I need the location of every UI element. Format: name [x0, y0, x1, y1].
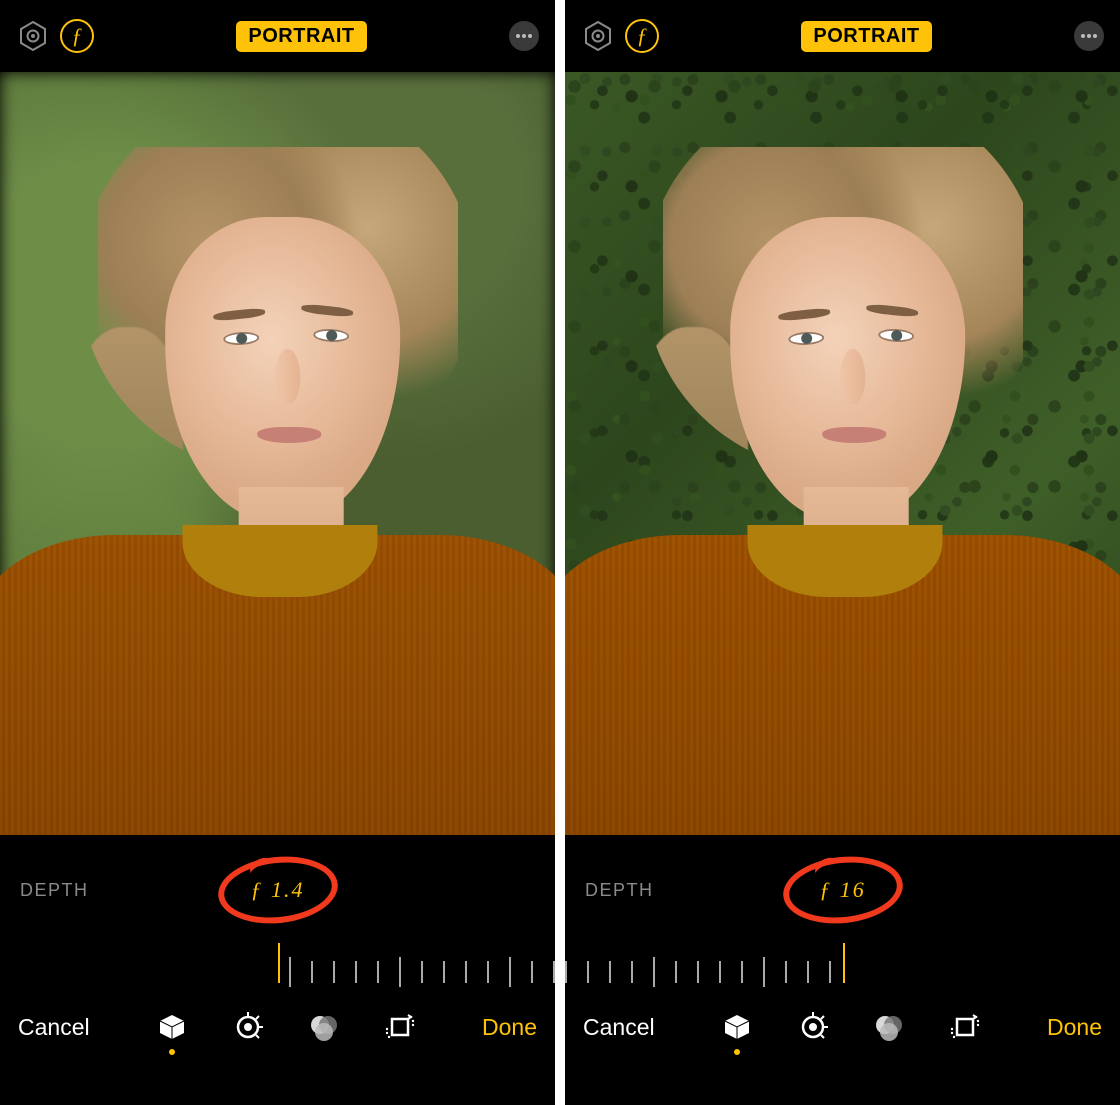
lighting-hex-icon[interactable] — [16, 19, 50, 53]
ellipsis-icon[interactable] — [509, 21, 539, 51]
slider-indicator — [843, 943, 845, 983]
mode-badge[interactable]: PORTRAIT — [236, 21, 366, 52]
depth-value: ƒ 1.4 — [251, 877, 305, 903]
bottom-toolbar: Cancel — [565, 995, 1120, 1077]
depth-slider[interactable] — [0, 943, 555, 995]
slider-indicator — [278, 943, 280, 983]
photo-preview[interactable] — [565, 72, 1120, 835]
f-stop-icon[interactable]: ƒ — [625, 19, 659, 53]
top-toolbar: ƒ PORTRAIT — [0, 0, 555, 72]
depth-label: DEPTH — [20, 880, 89, 901]
crop-rotate-icon[interactable] — [382, 1009, 418, 1045]
done-button[interactable]: Done — [482, 1014, 537, 1041]
top-toolbar: ƒ PORTRAIT — [565, 0, 1120, 72]
edit-controls: DEPTH ƒ 16 Cancel — [565, 835, 1120, 1105]
ellipsis-icon[interactable] — [1074, 21, 1104, 51]
cube-icon[interactable] — [154, 1009, 190, 1045]
bottom-toolbar: Cancel — [0, 995, 555, 1077]
photo-preview[interactable] — [0, 72, 555, 835]
filters-circles-icon[interactable] — [871, 1009, 907, 1045]
editor-pane-left: ƒ PORTRAIT DEPTH ƒ 1.4 Cancel — [0, 0, 555, 1105]
cube-icon[interactable] — [719, 1009, 755, 1045]
adjust-dial-icon[interactable] — [230, 1009, 266, 1045]
depth-label: DEPTH — [585, 880, 654, 901]
done-button[interactable]: Done — [1047, 1014, 1102, 1041]
cancel-button[interactable]: Cancel — [18, 1014, 90, 1041]
editor-pane-right: ƒ PORTRAIT DEPTH ƒ 16 Cancel — [565, 0, 1120, 1105]
filters-circles-icon[interactable] — [306, 1009, 342, 1045]
subject-sweater — [565, 535, 1120, 835]
crop-rotate-icon[interactable] — [947, 1009, 983, 1045]
adjust-dial-icon[interactable] — [795, 1009, 831, 1045]
f-stop-icon[interactable]: ƒ — [60, 19, 94, 53]
edit-controls: DEPTH ƒ 1.4 Cancel — [0, 835, 555, 1105]
depth-slider[interactable] — [565, 943, 1120, 995]
depth-value: ƒ 16 — [819, 877, 866, 903]
mode-badge[interactable]: PORTRAIT — [801, 21, 931, 52]
cancel-button[interactable]: Cancel — [583, 1014, 655, 1041]
subject-sweater — [0, 535, 555, 835]
lighting-hex-icon[interactable] — [581, 19, 615, 53]
